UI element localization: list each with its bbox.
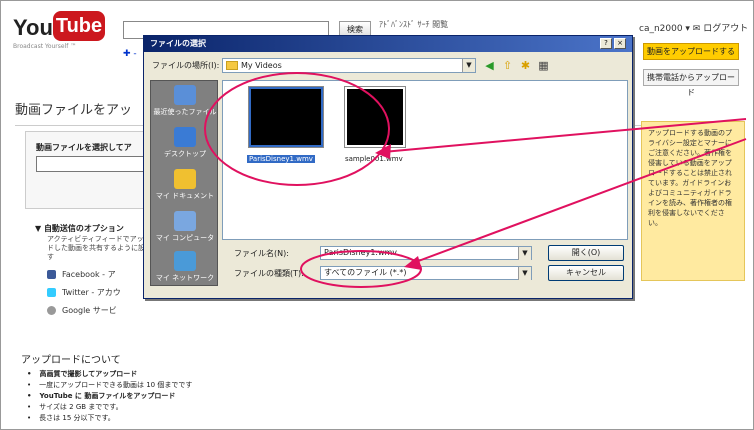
new-folder-icon[interactable]: ✱	[518, 58, 533, 73]
video-thumbnail[interactable]	[344, 86, 406, 148]
place-computer[interactable]: マイ コンピュータ	[151, 211, 219, 243]
logo-slogan: Broadcast Yourself ™	[13, 43, 77, 50]
network-icon	[174, 251, 196, 271]
mobile-upload-button[interactable]: 携帯電話からアップロード	[643, 69, 739, 97]
page-title: 動画ファイルをアッ	[15, 103, 133, 118]
place-documents[interactable]: マイ ドキュメント	[151, 169, 219, 201]
about-upload-title: アップロードについて	[21, 355, 121, 366]
share-google-label: Google サービ	[62, 306, 117, 315]
up-folder-icon[interactable]: ⇧	[500, 58, 515, 73]
place-recent[interactable]: 最近使ったファイル	[151, 85, 219, 117]
filename-input[interactable]: ParisDisney1.wmv ▼	[320, 246, 532, 260]
place-label: マイ ドキュメント	[155, 192, 215, 200]
dialog-titlebar[interactable]: ファイルの選択	[144, 36, 632, 52]
cancel-button[interactable]: キャンセル	[548, 265, 624, 281]
chevron-down-icon[interactable]: ▼	[518, 267, 531, 280]
upload-label: 動画ファイルを選択してア	[36, 143, 132, 152]
dialog-title: ファイルの選択	[150, 39, 206, 48]
filename-value: ParisDisney1.wmv	[324, 248, 398, 257]
list-item[interactable]: YouTube に 動画ファイルをアップロード	[27, 391, 192, 402]
open-button[interactable]: 開く(O)	[548, 245, 624, 261]
share-google[interactable]: Google サービ	[47, 305, 117, 316]
places-bar: 最近使ったファイル デスクトップ マイ ドキュメント マイ コンピュータ マイ …	[150, 80, 218, 286]
help-button[interactable]: ?	[600, 38, 612, 49]
file-name[interactable]: ParisDisney1.wmv	[247, 155, 315, 163]
documents-icon	[174, 169, 196, 189]
twitter-icon	[47, 288, 56, 297]
computer-icon	[174, 211, 196, 231]
about-upload-list: 高画質で撮影してアップロード 一度にアップロードできる動画は 10 個までです …	[27, 369, 192, 424]
desktop-icon	[174, 127, 196, 147]
chevron-down-icon[interactable]: ▼	[518, 247, 531, 260]
look-in-value: My Videos	[241, 61, 282, 70]
search-options-link[interactable]: ｱﾄﾞﾊﾞﾝｽﾄﾞ ｻｰﾁ 閲覧	[379, 19, 448, 30]
filetype-value: すべてのファイル (*.*)	[324, 268, 407, 277]
guideline-notice: アップロードする動画のプライバシー設定とマナーにご注意ください。著作権を侵害して…	[641, 121, 745, 281]
logo-you: You	[13, 15, 53, 40]
place-label: デスクトップ	[164, 150, 206, 158]
back-icon[interactable]: ◀	[482, 58, 497, 73]
share-twitter[interactable]: Twitter - アカウ	[47, 287, 121, 298]
list-item: 高画質で撮影してアップロード	[27, 369, 192, 380]
file-dialog: ファイルの選択 ? × ファイルの場所(I): My Videos ▼ ◀ ⇧ …	[143, 35, 633, 299]
share-facebook[interactable]: Facebook - ア	[47, 269, 116, 280]
advanced-options-toggle[interactable]: ▼ 自動送信のオプション	[35, 223, 124, 234]
list-item: サイズは 2 GB までです。	[27, 402, 192, 413]
upload-box: 動画ファイルを選択してア	[25, 131, 155, 209]
place-label: 最近使ったファイル	[153, 108, 217, 116]
nav-link[interactable]: ✚ -	[123, 49, 137, 59]
place-label: マイ ネットワーク	[155, 274, 215, 282]
upload-file-input[interactable]	[36, 156, 152, 172]
list-item: 長さは 15 分以下です。	[27, 413, 192, 424]
view-menu-icon[interactable]: ▦	[536, 58, 551, 73]
close-button[interactable]: ×	[614, 38, 626, 49]
share-facebook-label: Facebook - ア	[62, 270, 116, 279]
youtube-logo[interactable]: You Tube Broadcast Yourself ™	[13, 11, 105, 51]
look-in-label: ファイルの場所(I):	[152, 61, 220, 70]
file-name[interactable]: sample001.wmv	[345, 155, 403, 163]
upload-video-button[interactable]: 動画をアップロードする	[643, 43, 739, 60]
screenshot-frame: You Tube Broadcast Yourself ™ 検索 ｱﾄﾞﾊﾞﾝｽ…	[0, 0, 754, 430]
place-label: マイ コンピュータ	[155, 234, 215, 242]
look-in-select[interactable]: My Videos ▼	[222, 58, 476, 73]
file-list: ParisDisney1.wmv sample001.wmv	[222, 80, 628, 240]
filetype-select[interactable]: すべてのファイル (*.*) ▼	[320, 266, 532, 280]
recent-files-icon	[174, 85, 196, 105]
logo-tube: Tube	[53, 11, 105, 41]
user-menu[interactable]: ca_n2000 ▾ ✉ ログアウト	[639, 21, 748, 34]
google-icon	[47, 306, 56, 315]
place-desktop[interactable]: デスクトップ	[151, 127, 219, 159]
filename-label: ファイル名(N):	[234, 249, 289, 258]
list-item: 一度にアップロードできる動画は 10 個までです	[27, 380, 192, 391]
share-twitter-label: Twitter - アカウ	[62, 288, 121, 297]
video-thumbnail[interactable]	[248, 86, 324, 148]
place-network[interactable]: マイ ネットワーク	[151, 251, 219, 283]
facebook-icon	[47, 270, 56, 279]
folder-icon	[226, 61, 238, 70]
filetype-label: ファイルの種類(T):	[234, 269, 304, 278]
chevron-down-icon[interactable]: ▼	[462, 59, 475, 72]
